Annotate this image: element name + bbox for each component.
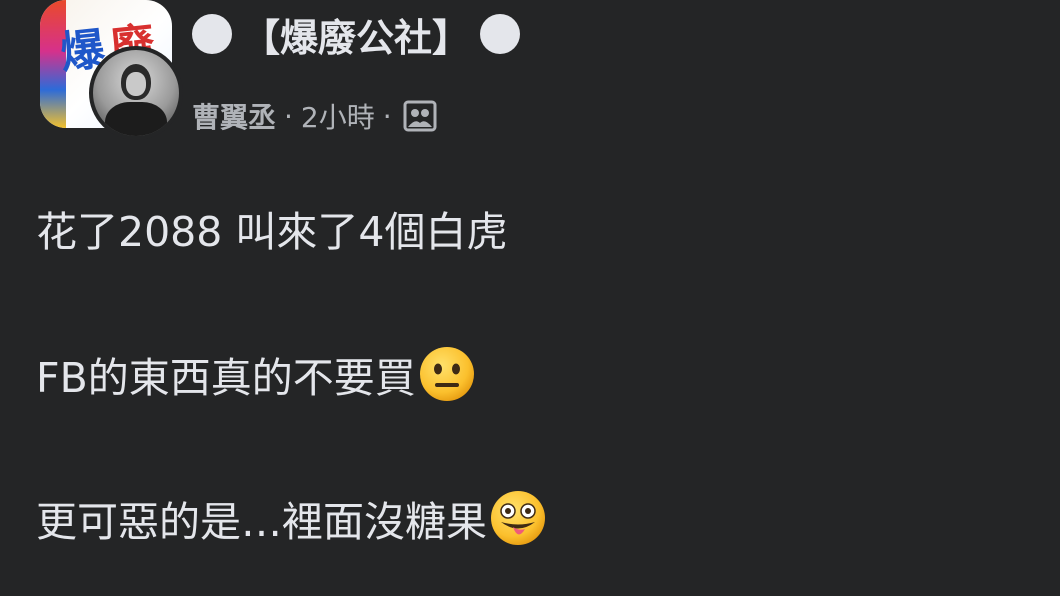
zany-face-emoji-icon: [491, 491, 545, 545]
group-title-row[interactable]: 【爆廢公社】: [192, 4, 521, 64]
post-text-line-1: 花了2088 叫來了4個白虎: [36, 200, 507, 256]
post-meta: 曹翼丞 · 2小時 ·: [192, 94, 438, 138]
author-avatar-body: [105, 102, 167, 136]
author-avatar-face: [126, 72, 146, 96]
post-text-1: 花了2088 叫來了4個白虎: [36, 208, 508, 256]
meta-separator-1: ·: [284, 99, 293, 133]
bullet-dot-right-icon: [480, 14, 521, 54]
post-text-3: 更可惡的是…裡面沒糖果: [36, 498, 487, 546]
post-text-line-2: FB的東西真的不要買: [36, 346, 476, 402]
meta-separator-2: ·: [382, 99, 392, 133]
bullet-dot-left-icon: [192, 14, 232, 54]
post-text-line-3: 更可惡的是…裡面沒糖果: [36, 490, 547, 546]
author-avatar[interactable]: [89, 46, 183, 140]
photo-audience-icon[interactable]: [402, 98, 438, 134]
post-time[interactable]: 2小時: [301, 96, 375, 136]
post-text-2: FB的東西真的不要買: [36, 354, 416, 402]
author-name[interactable]: 曹翼丞: [192, 96, 276, 136]
neutral-face-emoji-icon: [419, 347, 474, 401]
group-name[interactable]: 【爆廢公社】: [242, 7, 470, 62]
